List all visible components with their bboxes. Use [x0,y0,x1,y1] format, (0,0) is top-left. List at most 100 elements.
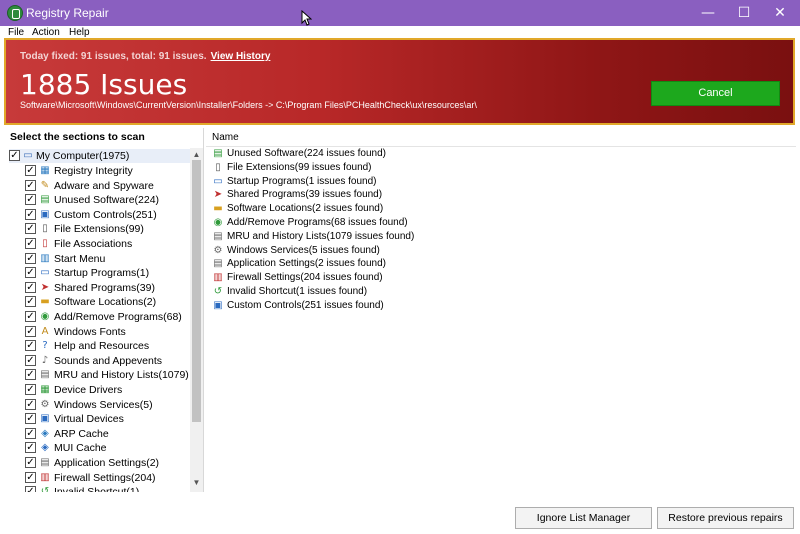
start-menu-icon: ▥ [40,252,50,264]
file-icon: ▯ [215,161,221,173]
mui-icon: ◈ [41,442,49,454]
checkbox[interactable]: ✓ [25,179,36,191]
scroll-thumb[interactable] [192,160,201,422]
scroll-up-icon[interactable]: ▲ [190,150,203,160]
minimize-button[interactable]: — [690,0,726,26]
section-item-add-remove-programs[interactable]: ✓ ◉ Add/Remove Programs(68) [25,310,195,324]
checkbox[interactable]: ✓ [25,296,36,308]
checkbox[interactable]: ✓ [25,457,36,468]
section-item-file-extensions[interactable]: ✓ ▯ File Extensions(99) [25,222,195,236]
checkbox[interactable]: ✓ [25,442,36,454]
result-item-unused-software[interactable]: ▤ Unused Software(224 issues found) [212,147,512,161]
result-item-label: File Extensions(99 issues found) [227,161,372,173]
checkbox[interactable]: ✓ [25,413,36,425]
section-item-label: Invalid Shortcut(1) [54,486,139,492]
section-item-label: MUI Cache [54,442,107,455]
checkbox[interactable]: ✓ [25,281,36,293]
menu-help[interactable]: Help [69,27,90,38]
section-item-mru-and-history-lists[interactable]: ✓ ▤ MRU and History Lists(1079) [25,368,195,382]
result-item-custom-controls[interactable]: ▣ Custom Controls(251 issues found) [212,299,512,313]
checkbox[interactable]: ✓ [25,208,36,220]
computer-icon: ▭ [23,150,33,161]
column-header-name[interactable]: Name [212,132,239,143]
checkbox[interactable]: ✓ [25,486,36,492]
close-button[interactable]: ✕ [762,0,798,26]
section-item-invalid-shortcut[interactable]: ✓ ↺ Invalid Shortcut(1) [25,485,195,492]
result-item-firewall-settings[interactable]: ▥ Firewall Settings(204 issues found) [212,271,512,285]
section-item-help-and-resources[interactable]: ✓? Help and Resources [25,339,195,353]
checkbox[interactable]: ✓ [25,340,36,352]
fixed-text: Today fixed: 91 issues, total: 91 issues… [20,51,207,62]
section-item-mui-cache[interactable]: ✓ ◈ MUI Cache [25,441,195,455]
section-item-virtual-devices[interactable]: ✓ ▣ Virtual Devices [25,412,195,426]
scroll-down-icon[interactable]: ▼ [190,478,203,488]
result-item-label: Shared Programs(39 issues found) [227,189,383,201]
checkbox[interactable]: ✓ [25,238,36,249]
section-item-label: Unused Software(224) [54,194,160,207]
menu-action[interactable]: Action [32,27,60,38]
section-item-unused-software[interactable]: ✓ ▤ Unused Software(224) [25,193,195,207]
section-item-windows-fonts[interactable]: ✓ A Windows Fonts [25,325,195,339]
checkbox[interactable]: ✓ [25,311,36,322]
checkbox[interactable]: ✓ [25,252,36,264]
checkbox[interactable]: ✓ [25,398,36,410]
section-item-sounds-and-appevents[interactable]: ✓ ♪ Sounds and Appevents [25,354,195,368]
section-item-file-associations[interactable]: ✓ ▯ File Associations [25,237,195,251]
menu-file[interactable]: File [8,27,24,38]
checkbox[interactable]: ✓ [9,150,20,161]
checkbox[interactable]: ✓ [25,384,36,395]
result-item-invalid-shortcut[interactable]: ↺ Invalid Shortcut(1 issues found) [212,285,512,299]
section-item-label: Virtual Devices [54,413,124,426]
history-icon: ▤ [40,369,50,381]
result-item-label: Startup Programs(1 issues found) [227,175,377,187]
section-item-device-drivers[interactable]: ✓ ▦ Device Drivers [25,383,195,397]
checkbox[interactable]: ✓ [25,427,36,439]
result-item-add-remove-programs[interactable]: ◉ Add/Remove Programs(68 issues found) [212,216,512,230]
result-item-software-locations[interactable]: ▬ Software Locations(2 issues found) [212,202,512,216]
tree-root-my-computer[interactable]: ✓ ▭ My Computer(1975) [9,149,194,163]
section-item-firewall-settings[interactable]: ✓ ▥ Firewall Settings(204) [25,471,195,485]
section-item-label: Shared Programs(39) [54,281,155,294]
restore-previous-repairs-button[interactable]: Restore previous repairs [657,507,794,529]
app-settings-icon: ▤ [213,258,223,270]
checkbox[interactable]: ✓ [25,165,36,176]
section-item-windows-services[interactable]: ✓ ⚙ Windows Services(5) [25,398,195,412]
result-item-mru-and-history-lists[interactable]: ▤ MRU and History Lists(1079 issues found… [212,230,512,244]
section-item-software-locations[interactable]: ✓ ▬ Software Locations(2) [25,295,195,309]
section-item-adware-and-spyware[interactable]: ✓ ✎ Adware and Spyware [25,179,195,193]
section-item-start-menu[interactable]: ✓ ▥ Start Menu [25,252,195,266]
section-item-registry-integrity[interactable]: ✓ ▦ Registry Integrity [25,164,195,178]
maximize-button[interactable]: ☐ [726,0,762,26]
checkbox[interactable]: ✓ [25,369,36,381]
checkbox[interactable]: ✓ [25,354,36,366]
tree-root-label: My Computer(1975) [36,150,130,162]
result-item-windows-services[interactable]: ⚙ Windows Services(5 issues found) [212,244,512,258]
section-item-shared-programs[interactable]: ✓ ➤ Shared Programs(39) [25,281,195,295]
ignore-list-manager-button[interactable]: Ignore List Manager [515,507,652,529]
services-icon: ⚙ [40,398,50,410]
software-icon: ▤ [213,148,223,159]
section-item-label: Device Drivers [54,384,123,396]
checkbox[interactable]: ✓ [25,194,36,206]
shared-icon: ➤ [40,281,50,293]
result-item-shared-programs[interactable]: ➤ Shared Programs(39 issues found) [212,188,512,202]
result-item-startup-programs[interactable]: ▭ Startup Programs(1 issues found) [212,175,512,189]
result-item-file-extensions[interactable]: ▯ File Extensions(99 issues found) [212,161,512,175]
section-item-custom-controls[interactable]: ✓ ▣ Custom Controls(251) [25,208,195,222]
section-item-label: Startup Programs(1) [54,267,150,280]
shortcut-icon: ↺ [40,486,50,492]
checkbox[interactable]: ✓ [25,223,36,235]
cancel-button[interactable]: Cancel [651,81,780,106]
checkbox[interactable]: ✓ [25,325,36,337]
sound-icon: ♪ [41,354,49,366]
section-item-label: Windows Services(5) [54,398,153,411]
checkbox[interactable]: ✓ [25,471,36,483]
sections-scrollbar[interactable]: ▲ ▼ [190,148,203,492]
checkbox[interactable]: ✓ [25,267,36,279]
section-item-startup-programs[interactable]: ✓ ▭ Startup Programs(1) [25,266,195,280]
view-history-link[interactable]: View History [211,51,271,62]
section-item-application-settings[interactable]: ✓ ▤ Application Settings(2) [25,456,195,470]
title-bar[interactable]: Registry Repair — ☐ ✕ [0,0,800,26]
section-item-arp-cache[interactable]: ✓ ◈ ARP Cache [25,427,195,441]
result-item-application-settings[interactable]: ▤ Application Settings(2 issues found) [212,257,512,271]
